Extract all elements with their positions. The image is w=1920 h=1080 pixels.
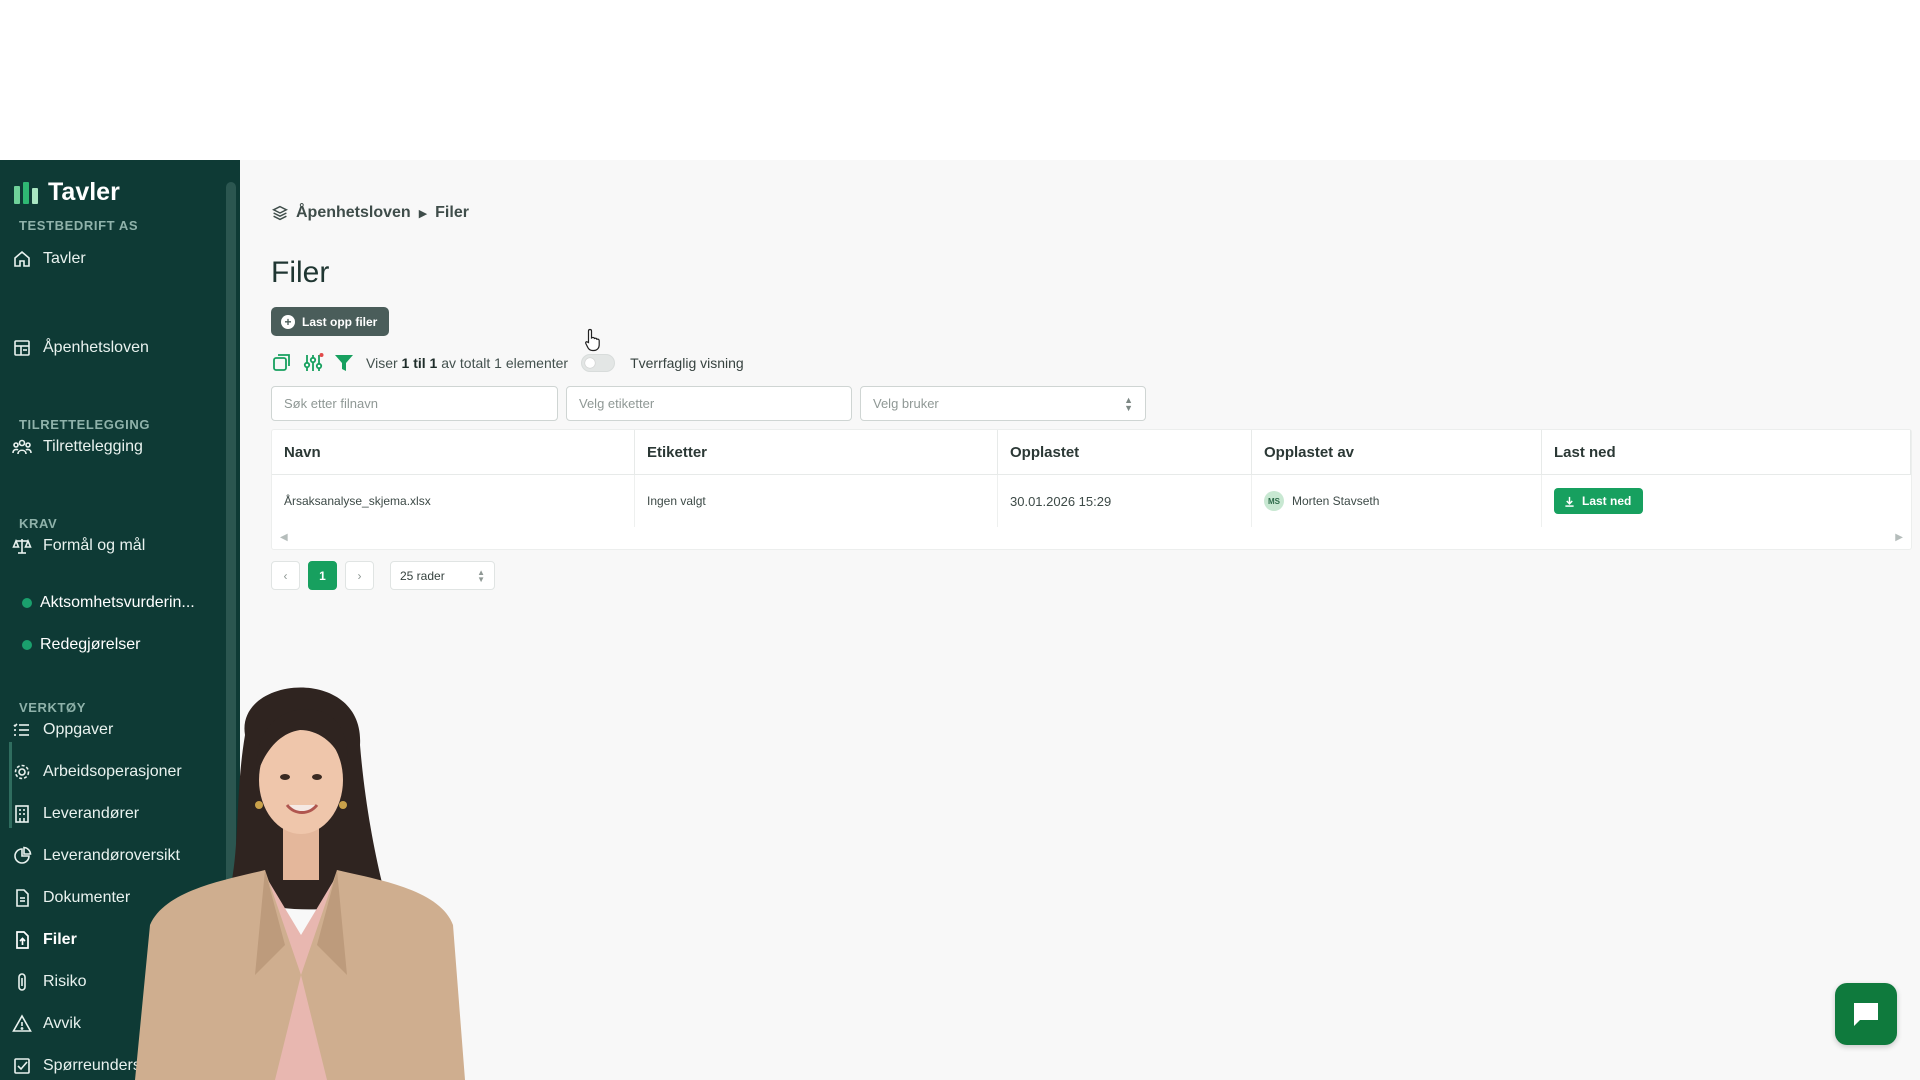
column-header-tags[interactable]: Etiketter: [635, 430, 998, 474]
download-icon: [1565, 496, 1574, 507]
sliders-icon[interactable]: [302, 352, 324, 374]
search-placeholder: Søk etter filnavn: [284, 396, 378, 411]
leaf-icon: [22, 640, 32, 650]
sidebar-item-openness[interactable]: Åpenhetsloven: [12, 332, 227, 364]
page-button-current[interactable]: 1: [308, 561, 337, 590]
column-header-name[interactable]: Navn: [272, 430, 635, 474]
scale-icon: [12, 538, 32, 554]
sidebar-item-label: Formål og mål: [43, 537, 146, 554]
warning-icon: [12, 1014, 32, 1032]
sidebar-subitem-label: Redegjørelser: [40, 636, 141, 653]
upload-files-button[interactable]: + Last opp filer: [271, 307, 390, 336]
checklist-icon: [14, 1058, 30, 1074]
tags-placeholder: Velg etiketter: [579, 396, 655, 411]
brand[interactable]: Tavler: [14, 178, 120, 207]
list-icon: [13, 723, 29, 736]
document-icon: [16, 889, 29, 907]
sidebar-item-label: Tilrettelegging: [43, 438, 143, 455]
scroll-left-icon[interactable]: ◀: [280, 532, 288, 543]
breadcrumb: Åpenhetsloven ▶ Filer: [272, 204, 469, 222]
avatar: MS: [1264, 491, 1284, 511]
sidebar-item-adapt[interactable]: Tilrettelegging: [12, 431, 227, 463]
hand-cursor-icon: [585, 328, 600, 352]
logo-icon: [14, 181, 38, 204]
brand-name: Tavler: [48, 178, 120, 206]
plus-icon: +: [281, 314, 295, 329]
gear-icon: [14, 764, 30, 780]
sidebar-subitem-diligence[interactable]: Aktsomhetsvurderin...: [22, 588, 212, 618]
cross-functional-label: Tverrfaglig visning: [630, 355, 744, 371]
file-upload-icon: [16, 931, 29, 949]
files-table: Navn Etiketter Opplastet Opplastet av La…: [271, 429, 1912, 550]
sidebar-subitem-statements[interactable]: Redegjørelser: [22, 630, 212, 660]
sidebar-item-label: Dokumenter: [43, 889, 131, 906]
column-header-download: Last ned: [1542, 430, 1911, 474]
search-input[interactable]: Søk etter filnavn: [271, 386, 558, 421]
prev-page-button[interactable]: ‹: [271, 561, 300, 590]
sidebar-item-label: Tavler: [43, 250, 86, 267]
download-button[interactable]: Last ned: [1554, 488, 1644, 514]
copy-icon[interactable]: [271, 352, 293, 374]
app-viewport: Tavler TESTBEDRIFT AS Tavler Åpenhetslov…: [0, 160, 1920, 1080]
rows-per-page-value: 25 rader: [400, 568, 445, 583]
leaf-icon: [22, 598, 32, 608]
sidebar-item-purpose[interactable]: Formål og mål: [12, 530, 227, 562]
cell-uploaded-date: 30.01.2026 15:29: [998, 475, 1252, 527]
updown-icon: ▲ ▼: [1124, 394, 1133, 413]
next-page-button[interactable]: ›: [345, 561, 374, 590]
sidebar-item-home[interactable]: Tavler: [12, 243, 227, 275]
main-content: Åpenhetsloven ▶ Filer Filer + Last opp f…: [240, 160, 1920, 1080]
column-header-uploaded[interactable]: Opplastet: [998, 430, 1252, 474]
presenter-video-overlay: [135, 687, 465, 1080]
breadcrumb-current: Filer: [435, 204, 469, 221]
download-label: Last ned: [1582, 494, 1632, 508]
sidebar-item-label: Filer: [43, 931, 77, 948]
column-header-uploaded-by[interactable]: Opplastet av: [1252, 430, 1542, 474]
breadcrumb-separator-icon: ▶: [418, 207, 428, 220]
chat-icon: [1854, 1003, 1878, 1026]
updown-icon: ▲ ▼: [477, 567, 485, 584]
thermometer-icon: [18, 973, 26, 991]
cell-download: Last ned: [1542, 475, 1911, 527]
toggle-knob: [585, 358, 596, 368]
section-label-tools: VERKTØY: [19, 700, 87, 715]
uploader-name: Morten Stavseth: [1292, 494, 1380, 508]
sidebar-item-label: Risiko: [43, 973, 87, 990]
upload-files-label: Last opp filer: [302, 314, 378, 329]
sidebar-subitem-label: Aktsomhetsvurderin...: [40, 594, 195, 611]
section-label-requirements: KRAV: [19, 516, 58, 531]
user-select[interactable]: Velg bruker ▲ ▼: [860, 386, 1146, 421]
cell-file-name[interactable]: Årsaksanalyse_skjema.xlsx: [272, 475, 635, 527]
pagination: ‹ 1 › 25 rader ▲ ▼: [271, 561, 495, 590]
scroll-right-icon[interactable]: ▶: [1895, 532, 1903, 543]
building-icon: [15, 805, 29, 823]
users-icon: [12, 439, 32, 455]
cell-tags: Ingen valgt: [635, 475, 998, 527]
breadcrumb-link-openness[interactable]: Åpenhetsloven: [296, 204, 411, 222]
sidebar-item-label: Oppgaver: [43, 721, 114, 738]
showing-count-text: Viser 1 til 1 av totalt 1 elementer: [366, 355, 569, 371]
company-label: TESTBEDRIFT AS: [19, 218, 139, 233]
layers-icon: [272, 205, 288, 221]
sidebar-item-label: Avvik: [43, 1015, 81, 1032]
home-icon: [14, 250, 30, 267]
cross-functional-toggle[interactable]: [581, 354, 616, 372]
section-label-adapt: TILRETTELEGGING: [19, 417, 151, 432]
cell-uploaded-by: MS Morten Stavseth: [1252, 475, 1542, 527]
sidebar-item-label: Leverandører: [43, 805, 140, 822]
pie-chart-icon: [14, 846, 32, 864]
rows-per-page-select[interactable]: 25 rader ▲ ▼: [390, 561, 495, 590]
chat-button[interactable]: [1835, 983, 1897, 1045]
tags-select[interactable]: Velg etiketter: [566, 386, 852, 421]
user-placeholder: Velg bruker: [873, 396, 939, 411]
table-toolbar: Viser 1 til 1 av totalt 1 elementer Tver…: [271, 350, 744, 376]
layout-icon: [14, 340, 30, 356]
filter-icon[interactable]: [333, 352, 355, 374]
sidebar-item-label: Åpenhetsloven: [43, 339, 149, 356]
page-title: Filer: [271, 256, 330, 289]
